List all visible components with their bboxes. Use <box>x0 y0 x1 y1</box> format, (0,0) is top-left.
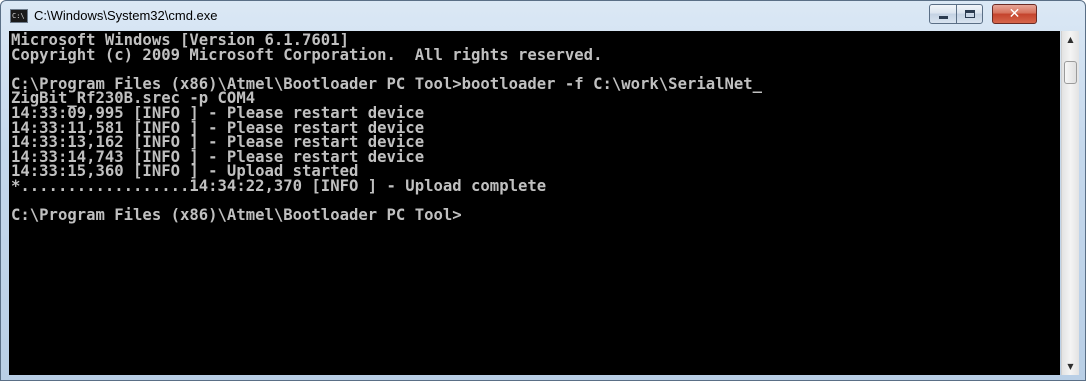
maximize-icon <box>957 5 982 23</box>
scroll-thumb[interactable] <box>1064 61 1077 84</box>
window-title: C:\Windows\System32\cmd.exe <box>34 8 218 23</box>
close-button[interactable]: ✕ <box>992 4 1037 24</box>
title-bar[interactable]: C:\ C:\Windows\System32\cmd.exe ✕ <box>1 1 1085 31</box>
cmd-window: C:\ C:\Windows\System32\cmd.exe ✕ Micros… <box>0 0 1086 381</box>
maximize-button[interactable] <box>956 4 983 24</box>
minimize-icon <box>930 5 956 23</box>
vertical-scrollbar[interactable]: ▲ ▼ <box>1061 31 1079 375</box>
cmd-icon[interactable]: C:\ <box>10 9 28 23</box>
console-line: *..................14:34:22,370 [INFO ] … <box>11 176 547 195</box>
scroll-down-arrow-icon[interactable]: ▼ <box>1062 358 1079 375</box>
close-icon: ✕ <box>1008 6 1021 22</box>
minimize-button[interactable] <box>929 4 957 24</box>
console-output[interactable]: Microsoft Windows [Version 6.1.7601] Copy… <box>9 31 1060 375</box>
console-line: C:\Program Files (x86)\Atmel\Bootloader … <box>11 206 462 225</box>
console-text: Microsoft Windows [Version 6.1.7601] Copy… <box>9 31 1060 223</box>
console-line: Copyright (c) 2009 Microsoft Corporation… <box>11 45 603 64</box>
scroll-up-arrow-icon[interactable]: ▲ <box>1062 31 1079 48</box>
